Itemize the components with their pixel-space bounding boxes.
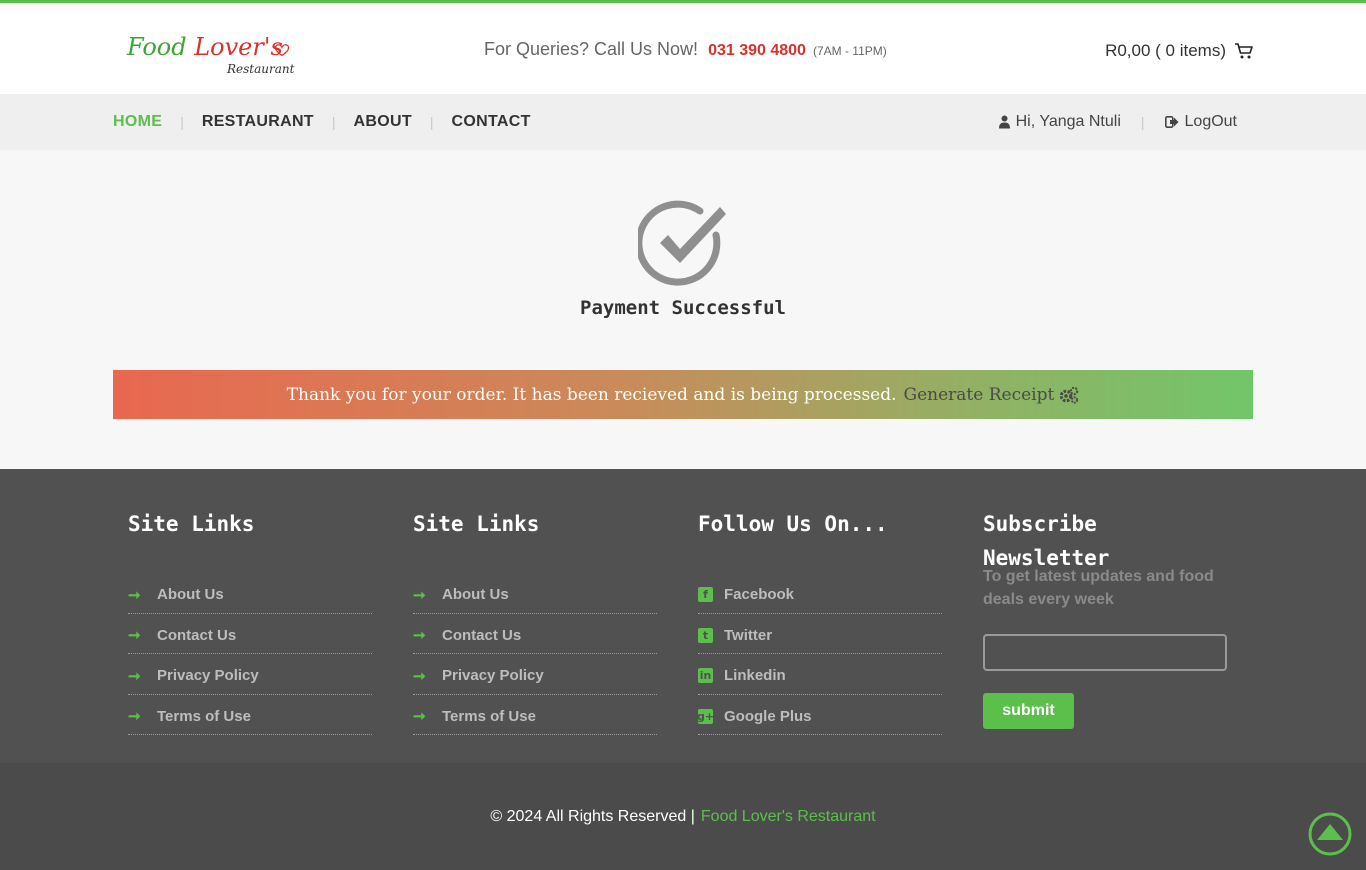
cart-summary[interactable]: R0,00 ( 0 items) [1105, 41, 1254, 61]
facebook-icon: f [698, 587, 713, 603]
cart-text: R0,00 ( 0 items) [1105, 41, 1226, 60]
footer-col-newsletter: Subscribe Newsletter To get latest updat… [983, 507, 1227, 729]
nav-separator: | [331, 114, 336, 130]
arrow-right-icon: ➞ [413, 586, 426, 604]
main-nav: HOME | RESTAURANT | ABOUT | CONTACT Hi, … [0, 94, 1366, 150]
footer-link-privacy-policy[interactable]: ➞ Privacy Policy [413, 654, 657, 695]
logout-icon [1164, 116, 1179, 128]
nav-separator: | [1140, 114, 1145, 130]
social-link-label: Twitter [724, 626, 773, 644]
twitter-icon: t [698, 627, 713, 643]
footer: Site Links ➞ About Us ➞ Contact Us ➞ Privac… [0, 469, 1366, 763]
payment-success-title: Payment Successful [580, 297, 786, 319]
arrow-right-icon: ➞ [128, 627, 141, 645]
order-confirmation-banner: Thank you for your order. It has been re… [113, 370, 1253, 419]
copyright-brand-link[interactable]: Food Lover's Restaurant [701, 808, 876, 826]
nav-item-contact[interactable]: CONTACT [452, 113, 531, 131]
footer-col-social: Follow Us On... f Facebook t Twitter in Lin… [696, 507, 942, 735]
logo-text-food: Food [127, 33, 195, 61]
heart-icon [274, 44, 290, 57]
order-message: Thank you for your order. It has been re… [286, 384, 897, 405]
social-link-label: Linkedin [724, 667, 786, 685]
newsletter-description: To get latest updates and food deals eve… [983, 568, 1214, 608]
footer-link-contact-us[interactable]: ➞ Contact Us [413, 614, 657, 654]
copyright-bar: © 2024 All Rights Reserved | Food Lover'… [0, 763, 1366, 870]
user-menu: Hi, Yanga Ntuli | LogOut [998, 94, 1237, 150]
social-link-label: Facebook [724, 586, 795, 604]
arrow-right-icon: ➞ [128, 708, 141, 726]
arrow-right-icon: ➞ [128, 667, 141, 685]
social-link-linkedin[interactable]: in Linkedin [698, 654, 942, 695]
footer-link-label: Contact Us [442, 626, 522, 644]
nav-separator: | [429, 114, 434, 130]
footer-link-label: About Us [442, 586, 509, 604]
contact-queries: For Queries? Call Us Now! 031 390 4800 (7… [484, 39, 887, 60]
footer-link-label: Terms of Use [442, 707, 536, 725]
generate-receipt-label: Generate Receipt [903, 384, 1055, 405]
arrow-right-icon: ➞ [413, 708, 426, 726]
main-content: Payment Successful Thank you for your or… [0, 150, 1366, 469]
nav-item-restaurant[interactable]: RESTAURANT [202, 113, 314, 131]
nav-links: HOME | RESTAURANT | ABOUT | CONTACT [113, 94, 531, 150]
footer-link-about-us[interactable]: ➞ About Us [413, 573, 657, 614]
nav-item-about[interactable]: ABOUT [354, 113, 412, 131]
user-greeting-label: Hi, Yanga Ntuli [1015, 113, 1121, 130]
arrow-right-icon: ➞ [413, 627, 426, 645]
footer-col-title: Follow Us On... [698, 512, 888, 536]
user-icon [998, 115, 1010, 129]
footer-link-label: Contact Us [157, 626, 237, 644]
footer-link-contact-us[interactable]: ➞ Contact Us [128, 614, 372, 654]
logo-subtitle: Restaurant [227, 62, 295, 76]
footer-link-label: Privacy Policy [442, 667, 544, 685]
footer-col-site-links-1: Site Links ➞ About Us ➞ Contact Us ➞ Privac… [128, 507, 372, 735]
site-header: Food Lover's Restaurant For Queries? Cal… [0, 3, 1366, 94]
footer-link-label: About Us [157, 586, 224, 604]
gears-icon [1060, 386, 1079, 404]
social-link-facebook[interactable]: f Facebook [698, 573, 942, 614]
check-circle-icon [638, 200, 726, 286]
footer-link-terms-of-use[interactable]: ➞ Terms of Use [413, 695, 657, 735]
logout-link[interactable]: LogOut [1164, 113, 1237, 131]
logout-label: LogOut [1184, 113, 1237, 130]
social-link-google-plus[interactable]: g+ Google Plus [696, 695, 942, 735]
logo[interactable]: Food Lover's Restaurant [127, 33, 297, 81]
newsletter-email-input[interactable] [983, 634, 1227, 671]
linkedin-icon: in [698, 668, 713, 684]
footer-col-title: Site Links [413, 512, 540, 536]
footer-link-label: Privacy Policy [157, 667, 259, 685]
generate-receipt-link[interactable]: Generate Receipt [904, 385, 1080, 405]
scroll-to-top-icon[interactable] [1308, 812, 1352, 856]
footer-col-title: Site Links [128, 512, 255, 536]
social-link-twitter[interactable]: t Twitter [698, 614, 942, 654]
google-plus-icon: g+ [696, 708, 715, 724]
footer-link-about-us[interactable]: ➞ About Us [128, 573, 372, 614]
newsletter-submit-button[interactable]: submit [983, 693, 1074, 729]
arrow-right-icon: ➞ [128, 586, 141, 604]
arrow-right-icon: ➞ [413, 667, 426, 685]
cart-icon [1235, 43, 1253, 59]
hours: (7AM - 11PM) [812, 44, 887, 58]
social-link-label: Google Plus [724, 707, 812, 725]
queries-label: For Queries? Call Us Now! [484, 39, 699, 59]
footer-link-privacy-policy[interactable]: ➞ Privacy Policy [128, 654, 372, 695]
logo-text-lovers: Lover's [194, 33, 283, 61]
nav-item-home[interactable]: HOME [113, 113, 162, 131]
copyright-text: © 2024 All Rights Reserved | [490, 807, 695, 825]
user-greeting[interactable]: Hi, Yanga Ntuli [998, 113, 1121, 131]
footer-link-label: Terms of Use [157, 707, 251, 725]
footer-col-site-links-2: Site Links ➞ About Us ➞ Contact Us ➞ Privac… [413, 507, 657, 735]
phone-number[interactable]: 031 390 4800 [708, 42, 806, 59]
logo-text: Food Lover's [127, 33, 283, 61]
footer-col-title: Subscribe Newsletter [983, 512, 1110, 570]
footer-link-terms-of-use[interactable]: ➞ Terms of Use [128, 695, 372, 735]
nav-separator: | [180, 114, 184, 130]
